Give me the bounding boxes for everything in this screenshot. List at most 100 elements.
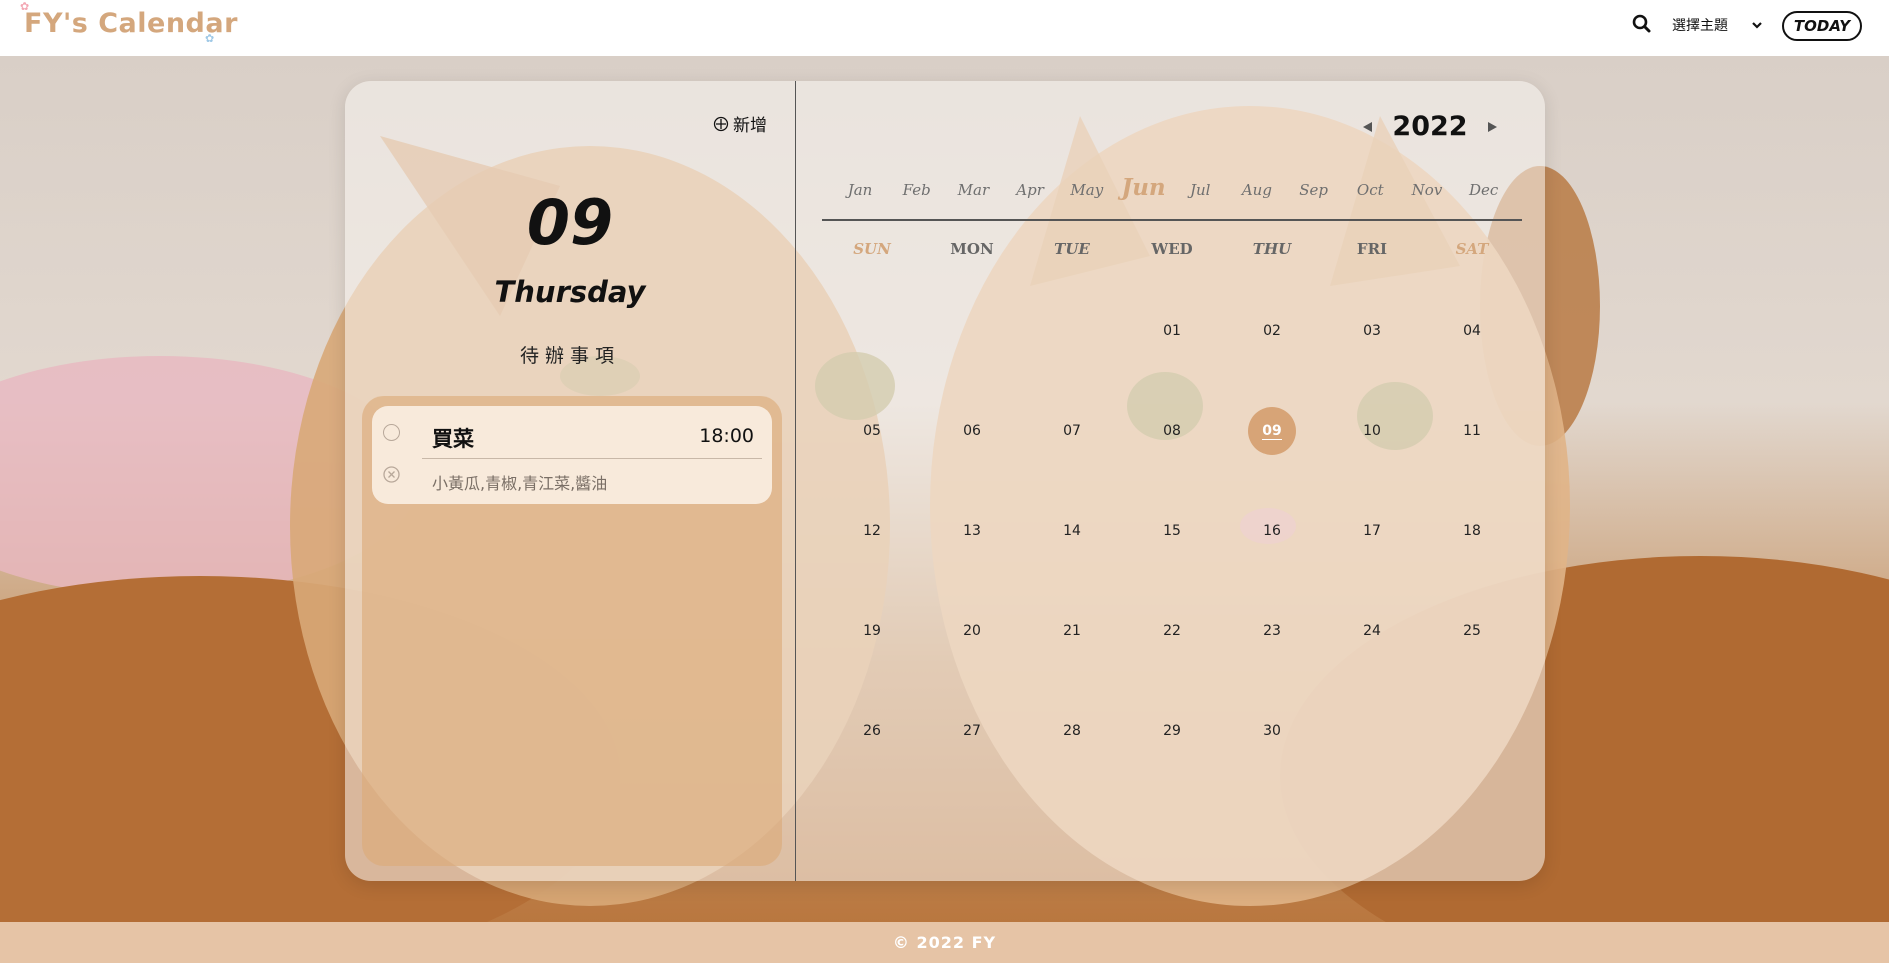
year-navigator: 2022 bbox=[1360, 111, 1500, 142]
month-mar[interactable]: Mar bbox=[943, 181, 1003, 199]
triangle-left-icon[interactable] bbox=[1360, 119, 1376, 135]
date-cell[interactable]: 11 bbox=[1448, 407, 1496, 455]
circle-x-icon[interactable] bbox=[383, 466, 400, 483]
date-cell[interactable]: 08 bbox=[1148, 407, 1196, 455]
selected-day-name: Thursday bbox=[494, 275, 646, 309]
todo-item-note: 小黃瓜,青椒,青江菜,醬油 bbox=[432, 474, 608, 493]
date-label: 16 bbox=[1263, 523, 1281, 539]
date-label: 18 bbox=[1463, 523, 1481, 539]
theme-select[interactable]: 選擇主題 bbox=[1672, 14, 1764, 36]
today-button[interactable]: TODAY bbox=[1782, 11, 1862, 41]
add-todo-button[interactable]: 新增 bbox=[713, 111, 767, 136]
date-cell[interactable]: 28 bbox=[1048, 707, 1096, 755]
circle-plus-icon bbox=[713, 116, 729, 131]
weekday-sun: SUN bbox=[853, 240, 891, 258]
date-label: 10 bbox=[1363, 423, 1381, 439]
date-cell[interactable]: 14 bbox=[1048, 507, 1096, 555]
date-cell[interactable]: 03 bbox=[1348, 307, 1396, 355]
month-aug[interactable]: Aug bbox=[1227, 181, 1287, 199]
date-cell[interactable]: 04 bbox=[1448, 307, 1496, 355]
footer: © 2022 FY bbox=[0, 922, 1889, 963]
month-jan[interactable]: Jan bbox=[830, 181, 890, 199]
date-label: 30 bbox=[1263, 723, 1281, 739]
date-label: 05 bbox=[863, 423, 881, 439]
date-label: 08 bbox=[1163, 423, 1181, 439]
todo-item-time: 18:00 bbox=[699, 425, 754, 447]
month-sep[interactable]: Sep bbox=[1284, 181, 1344, 199]
circle-icon[interactable] bbox=[383, 424, 400, 441]
month-jul[interactable]: Jul bbox=[1170, 181, 1230, 199]
date-cell[interactable]: 30 bbox=[1248, 707, 1296, 755]
month-feb[interactable]: Feb bbox=[887, 181, 947, 199]
todo-item[interactable]: 買菜 18:00 小黃瓜,青椒,青江菜,醬油 bbox=[372, 406, 772, 504]
date-cell[interactable]: 23 bbox=[1248, 607, 1296, 655]
date-label: 22 bbox=[1163, 623, 1181, 639]
date-cell[interactable]: 06 bbox=[948, 407, 996, 455]
weekday-tue: TUE bbox=[1054, 240, 1090, 258]
add-todo-label: 新增 bbox=[733, 116, 767, 136]
date-cell[interactable]: 24 bbox=[1348, 607, 1396, 655]
date-cell[interactable]: 12 bbox=[848, 507, 896, 555]
date-cell[interactable]: 22 bbox=[1148, 607, 1196, 655]
todo-item-divider bbox=[422, 458, 762, 459]
date-cell[interactable]: 18 bbox=[1448, 507, 1496, 555]
date-cell[interactable]: 16 bbox=[1248, 507, 1296, 555]
theme-select-label: 選擇主題 bbox=[1672, 18, 1728, 34]
date-cell[interactable]: 01 bbox=[1148, 307, 1196, 355]
date-label: 28 bbox=[1063, 723, 1081, 739]
month-oct[interactable]: Oct bbox=[1340, 181, 1400, 199]
date-label: 06 bbox=[963, 423, 981, 439]
date-label: 12 bbox=[863, 523, 881, 539]
date-cell[interactable]: 05 bbox=[848, 407, 896, 455]
date-cell[interactable]: 10 bbox=[1348, 407, 1396, 455]
date-label: 21 bbox=[1063, 623, 1081, 639]
date-cell[interactable]: 17 bbox=[1348, 507, 1396, 555]
date-cell[interactable]: 02 bbox=[1248, 307, 1296, 355]
date-cell-selected[interactable]: 09 bbox=[1248, 407, 1296, 455]
todo-list: 買菜 18:00 小黃瓜,青椒,青江菜,醬油 bbox=[362, 396, 782, 866]
year-label: 2022 bbox=[1392, 111, 1468, 142]
date-label: 13 bbox=[963, 523, 981, 539]
date-label: 03 bbox=[1363, 323, 1381, 339]
chevron-down-icon bbox=[1752, 22, 1762, 29]
date-cell[interactable]: 29 bbox=[1148, 707, 1196, 755]
date-label: 04 bbox=[1463, 323, 1481, 339]
date-label: 25 bbox=[1463, 623, 1481, 639]
date-label: 09 bbox=[1262, 422, 1282, 440]
search-icon[interactable] bbox=[1630, 12, 1654, 36]
date-cell[interactable]: 26 bbox=[848, 707, 896, 755]
month-jun[interactable]: Jun bbox=[1114, 174, 1174, 201]
month-dec[interactable]: Dec bbox=[1454, 181, 1514, 199]
date-label: 26 bbox=[863, 723, 881, 739]
date-cell[interactable]: 15 bbox=[1148, 507, 1196, 555]
weekday-sat: SAT bbox=[1455, 240, 1489, 258]
weekday-fri: FRI bbox=[1356, 240, 1388, 258]
date-cell[interactable]: 13 bbox=[948, 507, 996, 555]
date-cell[interactable]: 07 bbox=[1048, 407, 1096, 455]
date-label: 20 bbox=[963, 623, 981, 639]
triangle-right-icon[interactable] bbox=[1484, 119, 1500, 135]
todo-item-name: 買菜 bbox=[432, 427, 474, 451]
date-cell[interactable]: 20 bbox=[948, 607, 996, 655]
selected-day-number: 09 bbox=[526, 186, 614, 259]
card-divider bbox=[795, 81, 796, 881]
top-navbar: ✿ FY's Calendar ✿ 選擇主題 TODAY bbox=[0, 0, 1889, 56]
weekday-wed: WED bbox=[1151, 240, 1193, 258]
date-label: 02 bbox=[1263, 323, 1281, 339]
month-apr[interactable]: Apr bbox=[1000, 181, 1060, 199]
month-may[interactable]: May bbox=[1057, 181, 1117, 199]
weekday-thu: THU bbox=[1252, 240, 1292, 258]
weekday-mon: MON bbox=[950, 240, 994, 258]
date-cell[interactable]: 21 bbox=[1048, 607, 1096, 655]
date-cell[interactable]: 27 bbox=[948, 707, 996, 755]
date-label: 01 bbox=[1163, 323, 1181, 339]
date-label: 15 bbox=[1163, 523, 1181, 539]
month-nov[interactable]: Nov bbox=[1397, 181, 1457, 199]
date-label: 29 bbox=[1163, 723, 1181, 739]
date-cell[interactable]: 19 bbox=[848, 607, 896, 655]
date-label: 17 bbox=[1363, 523, 1381, 539]
date-label: 11 bbox=[1463, 423, 1481, 439]
date-cell[interactable]: 25 bbox=[1448, 607, 1496, 655]
date-label: 07 bbox=[1063, 423, 1081, 439]
todo-title: 待辦事項 bbox=[519, 345, 620, 367]
